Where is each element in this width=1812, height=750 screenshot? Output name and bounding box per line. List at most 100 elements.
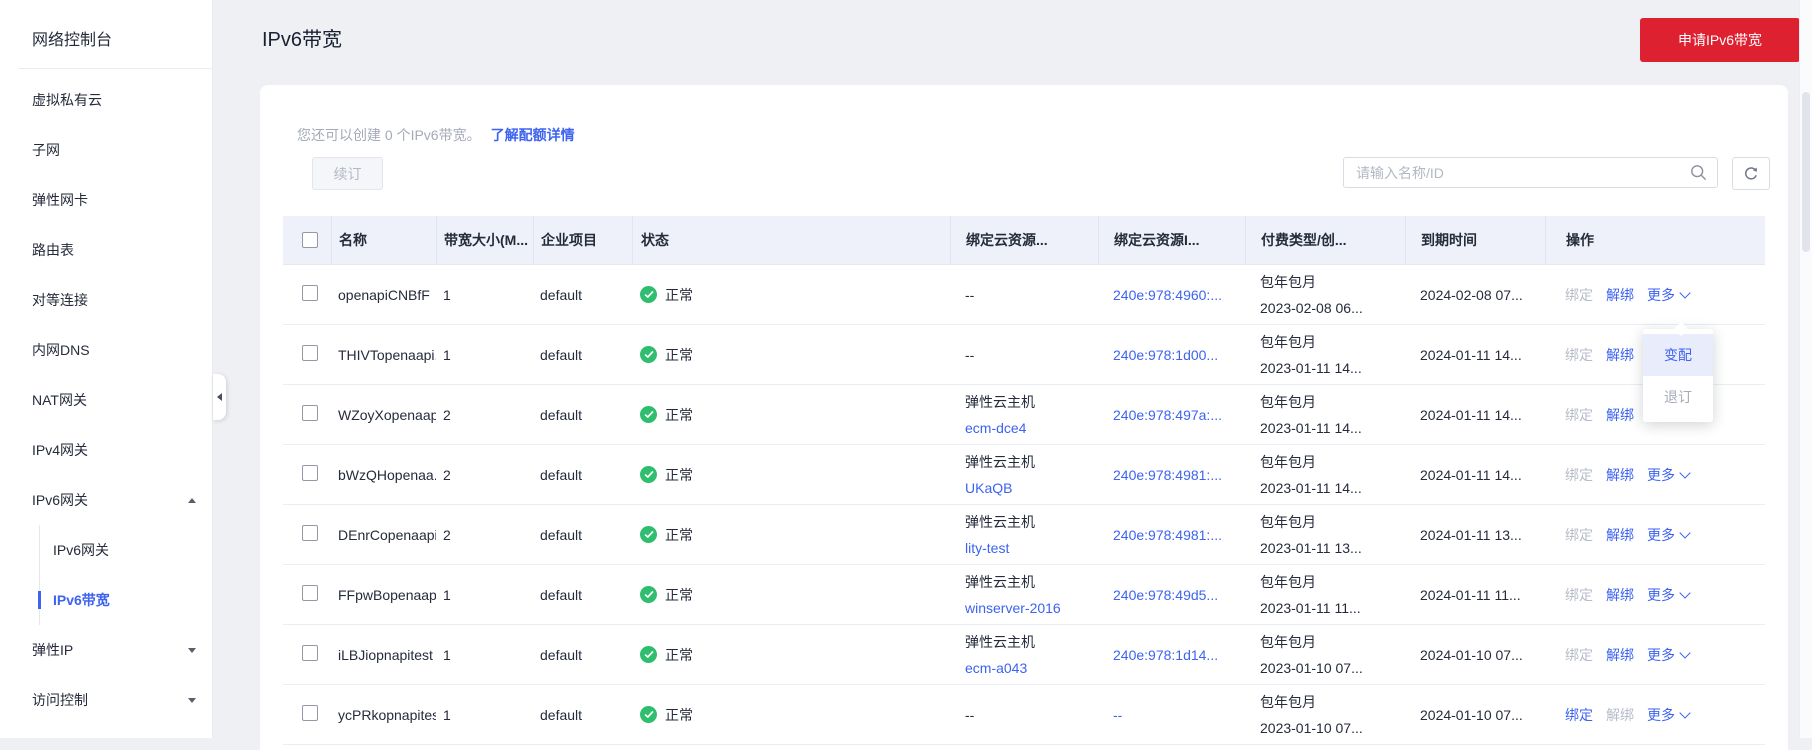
- renew-button[interactable]: 续订: [312, 157, 383, 190]
- unbind-action: 解绑: [1606, 706, 1634, 723]
- unbind-action[interactable]: 解绑: [1606, 645, 1634, 665]
- column-header-6: 付费类型/创...: [1245, 216, 1405, 264]
- resource-id-link[interactable]: 240e:978:49d5...: [1113, 587, 1218, 603]
- row-checkbox[interactable]: [302, 585, 318, 601]
- sidebar-item-10[interactable]: 访问控制: [0, 675, 212, 725]
- cell-bound-resource: 弹性云主机 lity-test: [950, 509, 1098, 561]
- cell-status: 正常: [632, 705, 950, 725]
- cell-project: default: [540, 586, 583, 603]
- header-checkbox-cell: [283, 216, 331, 264]
- billing-type: 包年包月: [1260, 393, 1316, 410]
- row-checkbox[interactable]: [302, 285, 318, 301]
- resource-name-link[interactable]: ecm-dce4: [965, 415, 1098, 441]
- bind-action: 绑定: [1565, 346, 1593, 363]
- sidebar-item-1[interactable]: 子网: [0, 125, 212, 175]
- cell-checkbox: [283, 405, 331, 424]
- row-checkbox[interactable]: [302, 525, 318, 541]
- cell-name: FFpwBopenaapi...: [338, 586, 436, 603]
- unbind-action[interactable]: 解绑: [1606, 345, 1634, 365]
- bind-action: 绑定: [1565, 586, 1593, 603]
- sidebar-collapse-handle[interactable]: [213, 374, 226, 420]
- resource-id-link[interactable]: 240e:978:1d14...: [1113, 647, 1218, 663]
- more-action[interactable]: 更多: [1647, 465, 1691, 485]
- sidebar-subitem-8-1[interactable]: IPv6带宽: [38, 575, 212, 625]
- sidebar-subgroup: IPv6网关 IPv6带宽: [38, 525, 212, 625]
- apply-ipv6-bandwidth-button[interactable]: 申请IPv6带宽: [1640, 18, 1800, 62]
- bind-action[interactable]: 绑定: [1565, 705, 1593, 725]
- resource-name-link[interactable]: UKaQB: [965, 475, 1098, 501]
- status-text: 正常: [665, 526, 693, 543]
- resource-type: 弹性云主机: [965, 513, 1035, 530]
- resource-name-link[interactable]: winserver-2016: [965, 595, 1098, 621]
- dropdown-item-0[interactable]: 变配: [1643, 334, 1713, 376]
- sidebar-subitem-8-0[interactable]: IPv6网关: [40, 525, 212, 575]
- cell-checkbox: [283, 285, 331, 304]
- cell-bound-resource: 弹性云主机 ecm-dce4: [950, 389, 1098, 441]
- unbind-action[interactable]: 解绑: [1606, 585, 1634, 605]
- quota-details-link[interactable]: 了解配额详情: [491, 127, 575, 143]
- column-header-1: 带宽大小(M...: [436, 216, 533, 264]
- billing-type: 包年包月: [1260, 633, 1316, 650]
- cell-resource-id: 240e:978:49d5...: [1098, 587, 1245, 603]
- sidebar-item-7[interactable]: IPv4网关: [0, 425, 212, 475]
- bind-action: 绑定: [1565, 406, 1593, 423]
- more-action[interactable]: 更多: [1647, 285, 1691, 305]
- cell-bound-resource: --: [950, 702, 1098, 728]
- sidebar-item-9[interactable]: 弹性IP: [0, 625, 212, 675]
- dropdown-item-1[interactable]: 退订: [1643, 376, 1713, 418]
- row-checkbox[interactable]: [302, 345, 318, 361]
- sidebar-item-3[interactable]: 路由表: [0, 225, 212, 275]
- resource-type: 弹性云主机: [965, 393, 1035, 410]
- refresh-button[interactable]: [1732, 157, 1770, 190]
- unbind-action[interactable]: 解绑: [1606, 465, 1634, 485]
- cell-resource-id: 240e:978:4981:...: [1098, 527, 1245, 543]
- bandwidth-table: 名称 带宽大小(M... 企业项目 状态 绑定云资源... 绑定云资源I... 付费类型/创…: [283, 216, 1765, 745]
- unbind-action[interactable]: 解绑: [1606, 525, 1634, 545]
- sidebar-item-5[interactable]: 内网DNS: [0, 325, 212, 375]
- more-action[interactable]: 更多: [1647, 585, 1691, 605]
- cell-operations: 绑定解绑更多: [1545, 465, 1765, 485]
- more-action[interactable]: 更多: [1647, 705, 1691, 725]
- quota-text: 您还可以创建 0 个IPv6带宽。: [297, 127, 481, 143]
- resource-id-link[interactable]: 240e:978:4981:...: [1113, 527, 1222, 543]
- cell-status: 正常: [632, 525, 950, 545]
- resource-id-link[interactable]: 240e:978:4981:...: [1113, 467, 1222, 483]
- status-ok-icon: [640, 466, 657, 483]
- unbind-action[interactable]: 解绑: [1606, 405, 1634, 425]
- search-icon[interactable]: [1690, 164, 1707, 184]
- resource-type-empty: --: [965, 346, 975, 363]
- resource-id-link[interactable]: 240e:978:497a:...: [1113, 407, 1222, 423]
- cell-project: default: [540, 466, 583, 483]
- resource-id-link[interactable]: 240e:978:4960:...: [1113, 287, 1222, 303]
- cell-checkbox: [283, 585, 331, 604]
- unbind-action[interactable]: 解绑: [1606, 285, 1634, 305]
- cell-bandwidth: 2: [443, 466, 451, 483]
- row-checkbox[interactable]: [302, 405, 318, 421]
- sidebar-item-4[interactable]: 对等连接: [0, 275, 212, 325]
- row-checkbox[interactable]: [302, 645, 318, 661]
- search-input[interactable]: [1343, 157, 1718, 188]
- select-all-checkbox[interactable]: [302, 232, 318, 248]
- column-header-3: 状态: [632, 216, 950, 264]
- row-checkbox[interactable]: [302, 465, 318, 481]
- sidebar-item-6[interactable]: NAT网关: [0, 375, 212, 425]
- cell-billing: 包年包月 2023-01-11 11...: [1245, 569, 1405, 621]
- page-scrollbar[interactable]: [1799, 0, 1812, 738]
- resource-name-link[interactable]: lity-test: [965, 535, 1098, 561]
- more-action[interactable]: 更多: [1647, 525, 1691, 545]
- resource-id-link[interactable]: 240e:978:1d00...: [1113, 347, 1218, 363]
- resource-name-link[interactable]: ecm-a043: [965, 655, 1098, 681]
- cell-operations: 绑定解绑更多: [1545, 585, 1765, 605]
- column-header-2: 企业项目: [533, 216, 632, 264]
- row-checkbox[interactable]: [302, 705, 318, 721]
- sidebar-item-2[interactable]: 弹性网卡: [0, 175, 212, 225]
- sidebar-item-0[interactable]: 虚拟私有云: [0, 75, 212, 125]
- cell-expire-time: 2024-02-08 07...: [1420, 286, 1523, 303]
- scrollbar-thumb[interactable]: [1802, 92, 1810, 252]
- collapse-left-icon: [217, 393, 222, 401]
- more-action[interactable]: 更多: [1647, 645, 1691, 665]
- cell-resource-id: 240e:978:4981:...: [1098, 467, 1245, 483]
- cell-expire-time: 2024-01-11 14...: [1420, 466, 1522, 483]
- cell-resource-id: 240e:978:1d14...: [1098, 647, 1245, 663]
- sidebar-item-8[interactable]: IPv6网关: [0, 475, 212, 525]
